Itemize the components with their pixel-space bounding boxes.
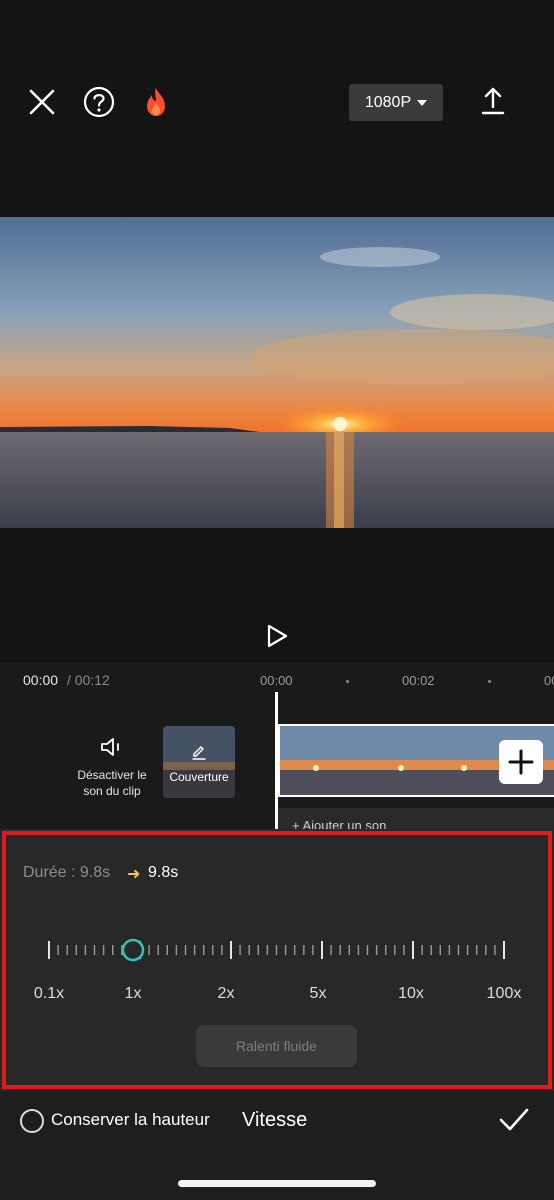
resolution-label: 1080P: [364, 93, 412, 111]
keep-pitch-radio[interactable]: [20, 1109, 44, 1133]
duration-new-value: 9.8s: [148, 864, 179, 881]
speaker-icon[interactable]: [99, 736, 125, 758]
speed-slider[interactable]: [40, 932, 520, 968]
mute-label-line1: Désactiver le: [77, 768, 147, 782]
add-clip-button[interactable]: [499, 740, 543, 784]
close-icon[interactable]: [25, 85, 59, 119]
clip-frame: [280, 726, 351, 795]
scale-label: 10x: [398, 985, 424, 1002]
fire-icon[interactable]: [139, 85, 173, 119]
tick-dot: [488, 680, 491, 683]
playhead[interactable]: [275, 692, 278, 838]
scale-label: 2x: [217, 985, 235, 1002]
cover-button[interactable]: Couverture: [163, 726, 235, 798]
arrow-right-icon: ➜: [127, 866, 141, 883]
mute-label-line2: son du clip: [83, 784, 141, 798]
mute-clip-button[interactable]: Désactiver le son du clip: [72, 767, 152, 799]
cover-label: Couverture: [169, 770, 229, 784]
sunset-image: [0, 217, 554, 528]
smooth-slowmo-label: Ralenti fluide: [236, 1038, 317, 1054]
panel-title: Vitesse: [242, 1109, 308, 1131]
total-time: / 00:12: [67, 672, 110, 688]
slider-ticks: [48, 941, 505, 959]
play-icon[interactable]: [264, 623, 290, 649]
clip-frame: [422, 726, 493, 795]
duration-label: Durée : 9.8s: [23, 864, 111, 881]
tick-label: 00:02: [402, 673, 435, 688]
scale-label: 1x: [124, 985, 142, 1002]
cover-thumbnail: [163, 726, 235, 798]
plus-icon: [508, 749, 534, 775]
resolution-button[interactable]: 1080P: [349, 84, 443, 121]
smooth-slowmo-button[interactable]: Ralenti fluide: [196, 1025, 357, 1067]
video-preview[interactable]: [0, 217, 554, 528]
caret-down-icon: [417, 99, 428, 106]
edit-icon: [192, 746, 206, 760]
help-icon[interactable]: [82, 85, 116, 119]
tick-label: 00: [544, 673, 554, 688]
scale-label: 100x: [486, 985, 522, 1002]
tick-label: 00:00: [260, 673, 293, 688]
scale-label: 5x: [309, 985, 327, 1002]
check-icon[interactable]: [498, 1106, 530, 1134]
slider-knob[interactable]: [121, 938, 145, 962]
export-icon[interactable]: [476, 85, 510, 119]
current-time: 00:00: [23, 672, 59, 688]
scale-label: 0.1x: [33, 985, 65, 1002]
home-indicator: [178, 1180, 376, 1187]
tick-dot: [346, 680, 349, 683]
clip-frame: [351, 726, 422, 795]
keep-pitch-label[interactable]: Conserver la hauteur: [51, 1110, 210, 1130]
